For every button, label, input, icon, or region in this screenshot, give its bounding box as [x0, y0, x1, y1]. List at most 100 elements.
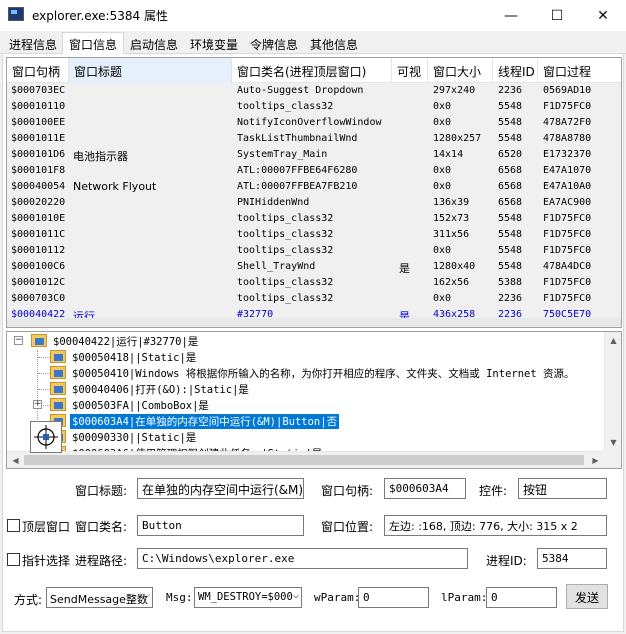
- window-title-field[interactable]: 在单独的内存空间中运行(&M): [137, 478, 304, 499]
- table-row[interactable]: $000101F8 ATL:00007FFBE64F6280 0x0 6568 E47A…: [7, 164, 621, 180]
- cell-window-proc: F1D75FC0: [543, 245, 592, 256]
- expand-icon[interactable]: +: [33, 400, 42, 409]
- table-row[interactable]: $0001011C tooltips_class32 311x56 5548 F1D75…: [7, 228, 621, 244]
- cell-thread-id: 2236: [498, 85, 523, 96]
- column-size[interactable]: 窗口大小: [428, 58, 493, 83]
- table-row[interactable]: $00010112 tooltips_class32 0x0 5548 F1D75FC0: [7, 244, 621, 260]
- column-window-proc[interactable]: 窗口过程: [538, 58, 621, 83]
- cell-handle: $000101D6: [11, 149, 66, 160]
- table-row[interactable]: $00040054 Network Flyout ATL:00007FFBEA7FB…: [7, 180, 621, 196]
- cell-class: tooltips_class32: [237, 213, 334, 224]
- window-position-field[interactable]: 左边: :168, 顶边: 776, 大小: 315 x 2: [384, 515, 607, 536]
- cell-class: SystemTray_Main: [237, 149, 328, 160]
- table-row[interactable]: $0001010E tooltips_class32 152x73 5548 F1D75…: [7, 212, 621, 228]
- tree-node-label: $00040406|打开(&O):|Static|是: [72, 384, 249, 396]
- list-header: 窗口句柄 窗口标题 窗口类名(进程顶层窗口) 可视 窗口大小 线程ID 窗口过程: [7, 58, 621, 83]
- cell-handle: $0001012C: [11, 277, 66, 288]
- cell-thread-id: 5388: [498, 277, 523, 288]
- column-title[interactable]: 窗口标题: [69, 58, 232, 83]
- topmost-label: 顶层窗口: [22, 520, 71, 534]
- table-row[interactable]: $000703EC Auto-Suggest Dropdown 297x240 223…: [7, 84, 621, 100]
- tree-horizontal-scrollbar[interactable]: ◀ ▶: [7, 451, 604, 468]
- window-handle-field[interactable]: $000603A4: [384, 478, 466, 499]
- tab-environment[interactable]: 环境变量: [183, 32, 245, 54]
- table-row[interactable]: $000101D6 电池指示器 SystemTray_Main 14x14 6520 E1…: [7, 148, 621, 164]
- tree-node-label: $00050410|Windows 将根据你所输入的名称，为你打开相应的程序、文…: [72, 368, 575, 380]
- cell-thread-id: 5548: [498, 117, 523, 128]
- pointer-select-checkbox[interactable]: [7, 553, 20, 566]
- window-class-field[interactable]: Button: [137, 515, 304, 536]
- send-mode-select[interactable]: SendMessage整数 ⌵: [46, 587, 153, 608]
- msg-select[interactable]: WM_DESTROY=$000 ⌵: [194, 587, 302, 608]
- table-row[interactable]: $00020220 PNIHiddenWnd 136x39 6568 EA7AC900: [7, 196, 621, 212]
- cell-handle: $00010110: [11, 101, 66, 112]
- console-window-icon: [8, 7, 24, 21]
- finder-crosshair-icon[interactable]: [30, 421, 62, 453]
- scroll-down-icon[interactable]: ▼: [605, 434, 621, 451]
- cell-class: tooltips_class32: [237, 229, 334, 240]
- cell-window-proc: E1732370: [543, 149, 592, 160]
- cell-window-proc: F1D75FC0: [543, 293, 592, 304]
- cell-window-proc: E47A1070: [543, 165, 592, 176]
- process-path-field[interactable]: C:\Windows\explorer.exe: [137, 548, 468, 569]
- window-tree[interactable]: − $00040422|运行|#32770|是 $00050418||Static|…: [6, 331, 622, 469]
- window-node-icon: [50, 382, 66, 395]
- tab-process-info[interactable]: 进程信息: [2, 32, 64, 54]
- window-position-label: 窗口位置:: [321, 520, 374, 534]
- cell-thread-id: 6568: [498, 181, 523, 192]
- lparam-label: lParam:: [441, 591, 488, 604]
- table-row[interactable]: $000100EE NotifyIconOverflowWindow 0x0 5548…: [7, 116, 621, 132]
- control-field[interactable]: 按钮: [518, 478, 607, 499]
- scroll-up-icon[interactable]: ▲: [605, 332, 621, 349]
- pointer-select-label: 指针选择: [22, 554, 71, 568]
- cell-handle: $00040054: [11, 181, 66, 192]
- tab-window-info[interactable]: 窗口信息: [62, 32, 125, 55]
- maximize-button[interactable]: ☐: [534, 0, 580, 31]
- column-class[interactable]: 窗口类名(进程顶层窗口): [232, 58, 392, 83]
- collapse-icon[interactable]: −: [14, 336, 23, 345]
- scroll-left-icon[interactable]: ◀: [7, 452, 24, 468]
- column-thread-id[interactable]: 线程ID: [493, 58, 538, 83]
- send-button[interactable]: 发送: [566, 584, 608, 609]
- cell-size: 297x240: [433, 85, 476, 96]
- title-bar: explorer.exe:5384 属性 — ☐ ✕: [0, 0, 626, 31]
- window-list[interactable]: 窗口句柄 窗口标题 窗口类名(进程顶层窗口) 可视 窗口大小 线程ID 窗口过程…: [6, 57, 622, 328]
- cell-size: 162x56: [433, 277, 470, 288]
- scroll-thumb[interactable]: [24, 455, 584, 465]
- msg-value: WM_DESTROY=$000: [198, 591, 293, 603]
- column-visible[interactable]: 可视: [392, 58, 428, 83]
- tree-vertical-scrollbar[interactable]: ▲ ▼: [604, 332, 621, 451]
- minimize-button[interactable]: —: [488, 0, 534, 31]
- tab-startup-info[interactable]: 启动信息: [123, 32, 185, 54]
- window-node-icon: [50, 350, 66, 363]
- process-id-field[interactable]: 5384: [537, 548, 607, 569]
- list-horizontal-scrollbar[interactable]: [7, 318, 621, 327]
- chevron-down-icon: ⌵: [142, 590, 150, 601]
- tree-node-label: $00090330||Static|是: [72, 432, 197, 444]
- table-row[interactable]: $00010110 tooltips_class32 0x0 5548 F1D75FC0: [7, 100, 621, 116]
- window-handle-label: 窗口句柄:: [321, 484, 374, 498]
- wparam-field[interactable]: 0: [358, 587, 429, 608]
- cell-class: TaskListThumbnailWnd: [237, 133, 358, 144]
- cell-class: PNIHiddenWnd: [237, 197, 310, 208]
- cell-size: 0x0: [433, 165, 452, 176]
- cell-class: tooltips_class32: [237, 101, 334, 112]
- scroll-right-icon[interactable]: ▶: [587, 452, 604, 468]
- table-row[interactable]: $0001012C tooltips_class32 162x56 5388 F1D75…: [7, 276, 621, 292]
- topmost-checkbox[interactable]: [7, 519, 20, 532]
- table-row[interactable]: $000100C6 Shell_TrayWnd 是 1280x40 5548 478A4D…: [7, 260, 621, 276]
- tab-token-info[interactable]: 令牌信息: [243, 32, 305, 54]
- table-row[interactable]: $000703C0 tooltips_class32 0x0 2236 F1D75FC0: [7, 292, 621, 308]
- cell-size: 0x0: [433, 101, 452, 112]
- cell-class: tooltips_class32: [237, 277, 334, 288]
- send-mode-value: SendMessage整数: [50, 593, 148, 606]
- close-button[interactable]: ✕: [580, 0, 626, 31]
- table-row[interactable]: $0001011E TaskListThumbnailWnd 1280x257 554…: [7, 132, 621, 148]
- cell-size: 136x39: [433, 197, 470, 208]
- cell-window-proc: 478A8780: [543, 133, 592, 144]
- cell-window-proc: E47A10A0: [543, 181, 592, 192]
- cell-thread-id: 5548: [498, 133, 523, 144]
- lparam-field[interactable]: 0: [486, 587, 557, 608]
- column-handle[interactable]: 窗口句柄: [7, 58, 69, 83]
- tab-other-info[interactable]: 其他信息: [303, 32, 365, 54]
